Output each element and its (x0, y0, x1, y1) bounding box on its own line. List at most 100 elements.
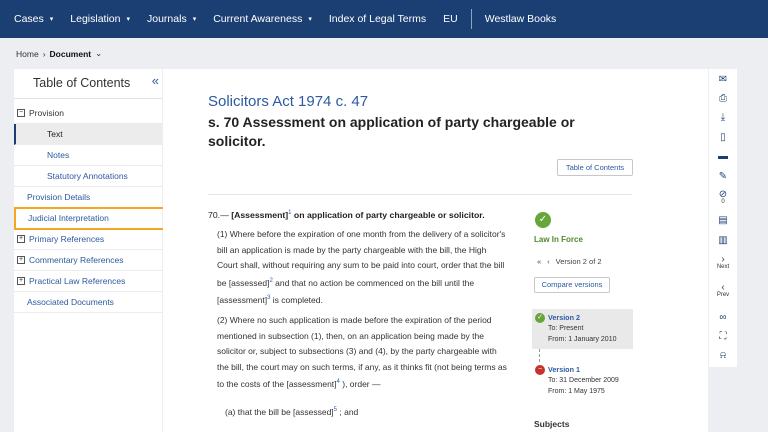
next-button[interactable]: › Next (709, 254, 737, 270)
section-number: 70.— (208, 210, 229, 220)
nav-eu[interactable]: EU (443, 13, 458, 25)
version-1-from: From: 1 May 1975 (548, 388, 605, 395)
hide-annotations-icon[interactable]: ⊘ 0 (709, 189, 737, 205)
chevron-down-icon[interactable]: ⌄ (95, 48, 102, 59)
version-2-from: From: 1 January 2010 (548, 336, 617, 343)
toc-item-primary-references[interactable]: + Primary References (14, 229, 162, 250)
breadcrumb-separator: › (42, 48, 46, 59)
email-icon[interactable]: ✉ (709, 74, 737, 85)
bell-icon[interactable]: ⍾ (709, 350, 737, 361)
toc-item-associated-documents[interactable]: Associated Documents (14, 292, 162, 313)
paragraph-text: ), order — (339, 378, 381, 389)
hide-count: 0 (721, 199, 725, 205)
paragraph-1: (1) Where before the expiration of one m… (217, 227, 507, 308)
prev-label: Prev (716, 292, 730, 298)
nav-cases[interactable]: Cases ▾ (14, 13, 53, 25)
nav-westlaw-books-label: Westlaw Books (484, 13, 557, 25)
chevron-down-icon: ▾ (192, 16, 197, 23)
version-count: Version 2 of 2 (555, 257, 602, 266)
version-2-name: Version 2 (548, 313, 580, 322)
toc-item-commentary-references[interactable]: + Commentary References (14, 250, 162, 271)
toc-panel: Table of Contents « − Provision Text Not… (14, 69, 177, 432)
paragraph-2: (2) Where no such application is made be… (217, 313, 507, 392)
document-toolbar: ✉ ⎙ ⤓ ▯ ▬ ✎ ⊘ 0 ▤ ▥ › Next ‹ Prev ∞ ⛶ ⍾ (709, 69, 737, 367)
document-pane: Solicitors Act 1974 c. 47 s. 70 Assessme… (163, 69, 708, 432)
version-1-card[interactable]: − Version 1 To: 31 December 2009 From: 1… (532, 361, 633, 401)
version-nav: « ‹ Version 2 of 2 (537, 257, 602, 266)
minus-icon: − (535, 365, 545, 375)
download-icon[interactable]: ⤓ (709, 112, 737, 123)
print-icon[interactable]: ⎙ (709, 93, 737, 104)
nav-legislation-label: Legislation (70, 13, 121, 25)
check-icon: ✓ (535, 313, 545, 323)
previous-version-icon[interactable]: ‹ (547, 257, 550, 266)
section-title-text: on application of party chargeable or so… (291, 210, 485, 220)
law-in-force-label: Law In Force (534, 235, 583, 244)
toc-item-commentary-label: Commentary References (29, 255, 124, 265)
next-label: Next (716, 264, 730, 270)
nav-cases-label: Cases (14, 13, 44, 25)
breadcrumb: Home › Document ⌄ (16, 48, 102, 59)
toc-item-provision-label: Provision (29, 108, 64, 118)
toc-item-statutory-annotations[interactable]: Statutory Annotations (14, 166, 162, 187)
nav-journals-label: Journals (147, 13, 187, 25)
collapse-icon[interactable]: « (152, 73, 159, 88)
nav-index-label: Index of Legal Terms (328, 13, 427, 25)
version-1-to: To: 31 December 2009 (548, 377, 619, 384)
divider (208, 194, 632, 195)
compare-versions-button[interactable]: Compare versions (534, 277, 610, 293)
mobile-icon[interactable]: ▯ (709, 132, 737, 143)
expand-box-icon[interactable]: + (17, 235, 25, 243)
nav-journals[interactable]: Journals ▾ (147, 13, 196, 25)
first-version-icon[interactable]: « (537, 257, 541, 266)
expand-box-icon[interactable]: + (17, 256, 25, 264)
nav-westlaw-books[interactable]: Westlaw Books (485, 13, 557, 25)
document-title-link[interactable]: Solicitors Act 1974 c. 47 (208, 93, 368, 110)
expand-icon[interactable]: ⛶ (709, 331, 737, 342)
collapse-box-icon[interactable]: − (17, 109, 25, 117)
toc-item-provision-details[interactable]: Provision Details (14, 187, 162, 208)
toc-item-practical-law-references[interactable]: + Practical Law References (14, 271, 162, 292)
paragraph-text: is completed. (270, 294, 323, 305)
document-icon[interactable]: ▥ (709, 235, 737, 246)
folder-icon[interactable]: ▬ (709, 151, 737, 162)
version-1-name[interactable]: Version 1 (548, 364, 633, 375)
nav-index-legal-terms[interactable]: Index of Legal Terms (329, 13, 426, 25)
toc-item-notes[interactable]: Notes (14, 145, 162, 166)
link-icon[interactable]: ∞ (709, 312, 737, 323)
nav-current-awareness-label: Current Awareness (213, 13, 303, 25)
nav-divider (470, 9, 472, 29)
nav-eu-label: EU (443, 13, 458, 25)
paragraph-text: (2) Where no such application is made be… (217, 315, 507, 389)
chevron-down-icon: ▾ (126, 16, 130, 23)
toc-title: Table of Contents (33, 76, 131, 90)
nav-legislation[interactable]: Legislation ▾ (70, 13, 130, 25)
paragraph-text: ; and (337, 406, 359, 417)
book-icon[interactable]: ▤ (709, 215, 737, 226)
chevron-down-icon: ▾ (308, 16, 312, 23)
toc-item-practical-label: Practical Law References (29, 276, 126, 286)
table-of-contents-button[interactable]: Table of Contents (557, 159, 633, 176)
check-circle-icon: ✓ (535, 212, 551, 228)
expand-box-icon[interactable]: + (17, 277, 25, 285)
version-2-to: To: Present (548, 325, 584, 332)
breadcrumb-home[interactable]: Home (16, 49, 39, 59)
section-term: [Assessment] (231, 210, 289, 220)
toc-item-judicial-interpretation[interactable]: Judicial Interpretation (14, 207, 177, 230)
annotate-icon[interactable]: ✎ (709, 171, 737, 182)
document-heading: s. 70 Assessment on application of party… (208, 114, 575, 149)
paragraph-text: (a) that the bill be [assessed] (225, 406, 334, 417)
toc-item-primary-label: Primary References (29, 234, 105, 244)
top-nav: Cases ▾ Legislation ▾ Journals ▾ Current Aw… (0, 0, 768, 38)
paragraph-3: (a) that the bill be [assessed]5 ; and (225, 403, 515, 420)
toc-item-text[interactable]: Text (14, 124, 162, 145)
toc-item-provision[interactable]: − Provision (14, 103, 162, 124)
section-title: 70.— [Assessment]1 on application of par… (208, 210, 485, 220)
toc-header: Table of Contents « (14, 69, 162, 99)
breadcrumb-current[interactable]: Document (50, 49, 92, 59)
prev-button[interactable]: ‹ Prev (709, 282, 737, 298)
chevron-down-icon: ▾ (49, 16, 54, 23)
subjects-heading: Subjects (534, 419, 570, 429)
version-2-card[interactable]: ✓ Version 2 To: Present From: 1 January … (532, 309, 633, 349)
nav-current-awareness[interactable]: Current Awareness ▾ (213, 13, 312, 25)
